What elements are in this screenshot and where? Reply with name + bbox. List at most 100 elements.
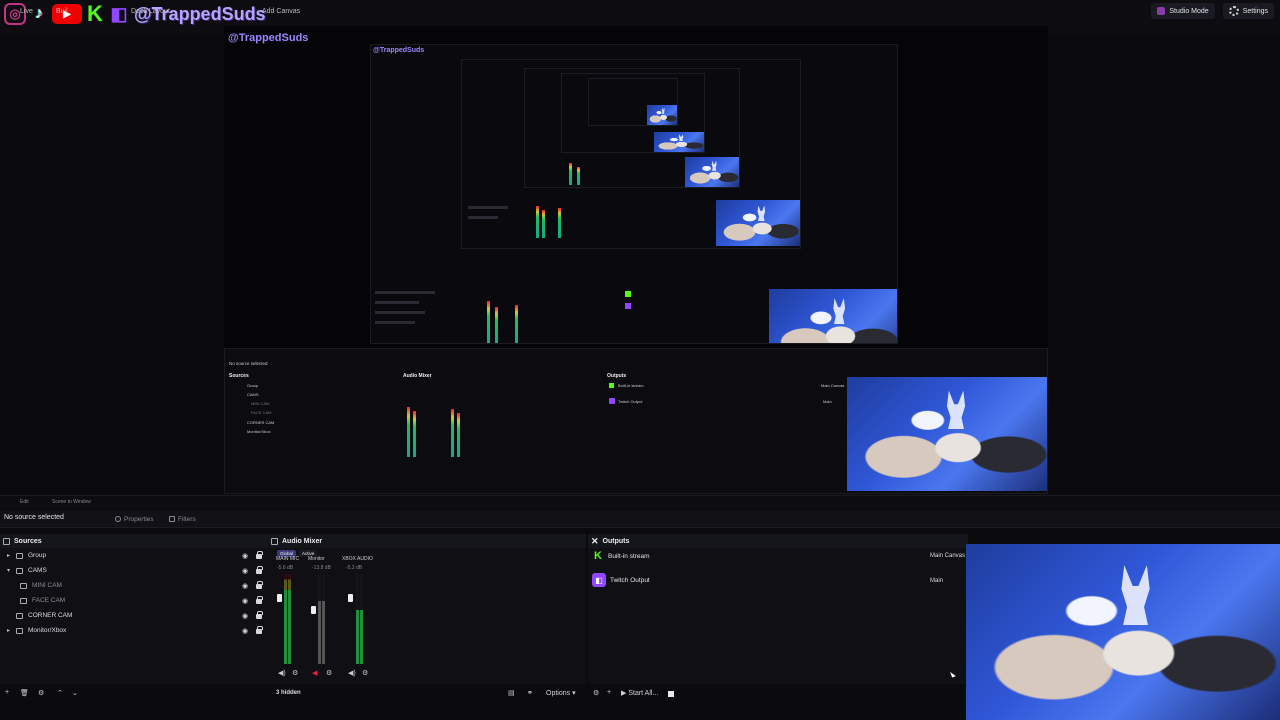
nested-meter (413, 411, 416, 457)
visibility-eye-icon[interactable]: ◉ (242, 582, 248, 590)
studio-window: ◎ ♪ ▶ K ◧ @TrappedSuds Live Buil Dock La… (0, 0, 1280, 720)
sources-icon (3, 537, 10, 545)
studio-mode-button[interactable]: Studio Mode (1151, 3, 1215, 19)
audio-mixer-header: Audio Mixer (268, 534, 586, 548)
nested-row (375, 321, 415, 324)
channel-main-mic-db: -5.6 dB (277, 565, 294, 571)
monitor-meter-l (318, 574, 321, 664)
output-row-twitch[interactable]: ◧ Twitch Output (592, 572, 650, 588)
lock-icon[interactable] (256, 551, 263, 559)
built-in-tab[interactable]: Buil (56, 8, 68, 15)
output-canvas: Main (930, 578, 944, 584)
no-source-label: No source selected (4, 514, 64, 521)
properties-button[interactable]: Properties (110, 513, 159, 525)
source-row[interactable]: MINI CAM ◉ (0, 578, 268, 593)
nested-twitch-icon (609, 398, 615, 404)
xbox-audio-fader[interactable] (348, 594, 353, 602)
nested-meter (407, 407, 410, 457)
source-row[interactable]: CORNER CAM ◉ (0, 608, 268, 623)
chevron-down-icon[interactable]: ▾ (7, 567, 10, 574)
visibility-eye-icon[interactable]: ◉ (242, 552, 248, 560)
stop-all-icon[interactable] (668, 691, 674, 697)
hidden-count[interactable]: 3 hidden (276, 690, 301, 696)
source-row[interactable]: ▾ CAMS ◉ (0, 563, 268, 578)
twitch-icon: ◧ (110, 3, 128, 24)
nested-docks: No source selected Sources Group CAMS MI… (224, 348, 1048, 494)
settings-button[interactable]: Settings (1222, 3, 1274, 19)
nested-webcam-0 (847, 377, 1047, 491)
nested-row (468, 216, 498, 219)
move-up-icon[interactable]: ⌃ (57, 689, 63, 697)
xbox-audio-settings-icon[interactable]: ⚙ (362, 669, 368, 677)
visibility-eye-icon[interactable]: ◉ (242, 612, 248, 620)
properties-label: Properties (124, 515, 154, 523)
dock-layout-tab[interactable]: Dock Layout (131, 8, 170, 15)
visibility-eye-icon[interactable]: ◉ (242, 567, 248, 575)
strip-label-scene[interactable]: Scene to Window (52, 499, 91, 505)
nested-preview-2 (461, 59, 801, 249)
trash-icon[interactable]: 🗑 (20, 689, 29, 697)
source-row[interactable]: ▸ Group ◉ (0, 548, 268, 563)
preview-canvas[interactable]: @TrappedSuds @TrappedSuds No source sele… (224, 26, 1048, 494)
channel-monitor-db: -13.8 dB (312, 565, 331, 571)
properties-bar: No source selected Properties Filters (0, 510, 1280, 528)
main-mic-mute-icon[interactable]: ◀) (278, 669, 286, 677)
monitor-mute-icon[interactable]: ◀ (312, 669, 317, 677)
chevron-right-icon[interactable]: ▸ (7, 627, 10, 634)
add-source-icon[interactable]: + (5, 689, 9, 696)
outputs-panel: ✕ Outputs K Built-in stream Main Canvas … (588, 534, 968, 684)
studio-mode-icon (1157, 7, 1166, 15)
add-canvas-tab[interactable]: Add Canvas (262, 8, 300, 15)
nested-meter (542, 210, 545, 238)
move-down-icon[interactable]: ⌄ (72, 689, 78, 697)
visibility-eye-icon[interactable]: ◉ (242, 597, 248, 605)
nested-meter (487, 301, 490, 343)
channel-monitor: Monitor (308, 556, 325, 562)
mixer-layout-icon[interactable]: ▤ (508, 689, 515, 697)
nested-meter (577, 167, 580, 185)
nested-mixer-title: Audio Mixer (403, 373, 432, 379)
lock-icon[interactable] (256, 566, 263, 574)
strip-label-edit[interactable]: Edit (20, 499, 29, 505)
source-row[interactable]: FACE CAM ◉ (0, 593, 268, 608)
kick-icon: K (87, 1, 103, 26)
nested-webcam-3 (685, 157, 739, 187)
main-mic-settings-icon[interactable]: ⚙ (292, 669, 298, 677)
filters-label: Filters (178, 515, 196, 523)
nested-meter (558, 208, 561, 238)
nested-sources-title: Sources (229, 373, 249, 379)
channel-main-mic: MAIN MIC (276, 556, 300, 562)
xbox-audio-mute-icon[interactable]: ◀) (348, 669, 356, 677)
lock-icon[interactable] (256, 626, 263, 634)
add-output-icon[interactable]: + (607, 689, 611, 696)
visibility-eye-icon[interactable]: ◉ (242, 627, 248, 635)
source-label: Monitor/Xbox (28, 627, 67, 634)
nested-webcam-2 (716, 200, 800, 246)
source-row[interactable]: ▸ Monitor/Xbox ◉ (0, 623, 268, 638)
filter-icon (169, 516, 175, 522)
sources-title: Sources (14, 537, 42, 545)
main-mic-fader[interactable] (277, 594, 282, 602)
lock-icon[interactable] (256, 596, 263, 604)
options-button[interactable]: Options ▾ (546, 689, 576, 697)
output-canvas: Main Canvas (930, 553, 966, 559)
nested-preview-3 (524, 68, 740, 188)
filters-button[interactable]: Filters (164, 513, 201, 525)
nested-src-5: Monitor/Xbox (247, 429, 271, 434)
monitor-fader[interactable] (311, 606, 316, 614)
lock-icon[interactable] (256, 581, 263, 589)
source-gear-icon[interactable]: ⚙ (38, 689, 44, 697)
camera-icon (16, 613, 23, 619)
link-icon[interactable]: ⚭ (527, 689, 533, 697)
outputs-settings-icon[interactable]: ⚙ (593, 689, 599, 697)
close-icon[interactable]: ✕ (591, 536, 599, 547)
audio-mixer-panel: Audio Mixer Global Active MAIN MIC Monit… (268, 534, 586, 684)
start-all-button[interactable]: ▶ Start All... (621, 689, 658, 697)
monitor-settings-icon[interactable]: ⚙ (326, 669, 332, 677)
output-row-built-in[interactable]: K Built-in stream (592, 548, 650, 564)
sources-header: Sources (0, 534, 268, 548)
lock-icon[interactable] (256, 611, 263, 619)
xbox-audio-meter-l (356, 574, 359, 664)
chevron-right-icon[interactable]: ▸ (7, 552, 10, 559)
live-tab[interactable]: Live (20, 8, 33, 15)
